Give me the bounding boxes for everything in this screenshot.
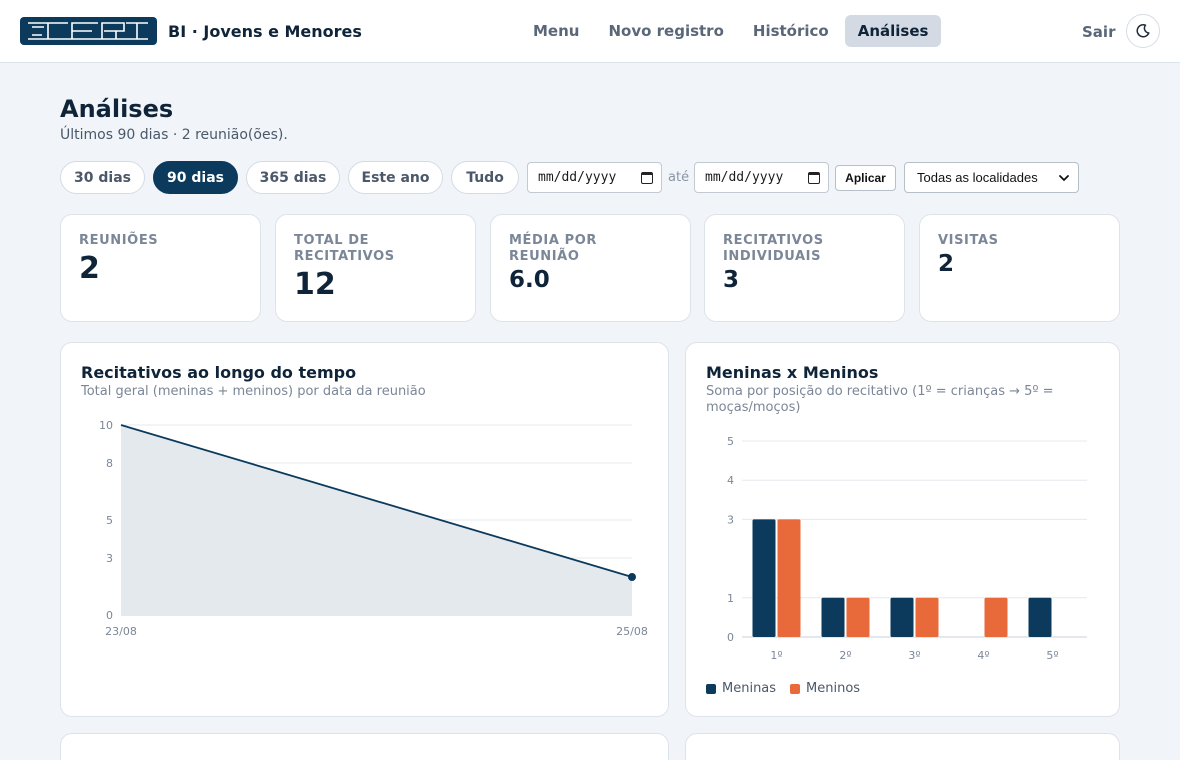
legend-swatch <box>706 683 716 694</box>
calendar-icon[interactable] <box>641 172 653 184</box>
legend-item-meninos[interactable]: Meninos <box>790 681 860 696</box>
x-tick-label: 4º <box>977 649 989 662</box>
range-this-year-button[interactable]: Este ano <box>348 161 443 194</box>
y-tick-label: 5 <box>727 435 734 448</box>
bar <box>890 597 914 637</box>
date-to-input[interactable]: mm/dd/yyyy <box>694 162 829 193</box>
bar <box>846 597 870 637</box>
x-tick-label: 2º <box>839 649 851 662</box>
chevron-down-icon <box>1059 175 1069 181</box>
bar <box>777 519 801 637</box>
x-tick-label: 5º <box>1046 649 1058 662</box>
legend-label: Meninas <box>722 681 777 696</box>
timeline-chart: 0 3 5 8 10 23/08 25/08 <box>99 419 648 638</box>
range-365-days-button[interactable]: 365 dias <box>246 161 340 194</box>
x-tick-label: 23/08 <box>105 625 137 638</box>
kpi-card-recitativos-individuais: Recitativos individuais 3 <box>704 214 905 322</box>
timeline-chart-card: Recitativos ao longo do tempo Total gera… <box>60 342 669 717</box>
nav-item-menu[interactable]: Menu <box>520 15 592 47</box>
kpi-value: 6.0 <box>509 267 550 293</box>
legend-swatch <box>790 683 801 694</box>
main-nav: Menu Novo registro Histórico Análises <box>520 15 944 47</box>
x-tick-label: 25/08 <box>616 625 648 638</box>
range-30-days-button[interactable]: 30 dias <box>60 161 145 194</box>
legend-item-meninas[interactable]: Meninas <box>706 681 776 696</box>
y-tick-label: 0 <box>727 631 734 644</box>
y-tick-label: 3 <box>106 552 113 565</box>
bar <box>1028 597 1052 637</box>
bar <box>984 597 1008 637</box>
nav-item-historico[interactable]: Histórico <box>740 15 842 47</box>
gender-chart-card: Meninas x Meninos Soma por posição do re… <box>685 342 1120 717</box>
logo-graphic <box>28 22 148 40</box>
data-point <box>628 573 636 581</box>
bar <box>821 597 845 637</box>
range-all-button[interactable]: Tudo <box>451 161 519 194</box>
calendar-icon[interactable] <box>808 172 820 184</box>
location-selected-value: Todas as localidades <box>917 170 1038 185</box>
kpi-card-total-recitativos: Total de recitativos 12 <box>275 214 476 322</box>
kpi-value: 2 <box>79 251 100 286</box>
y-tick-label: 10 <box>99 419 113 432</box>
apply-button[interactable]: Aplicar <box>835 165 896 191</box>
bar <box>915 597 939 637</box>
kpi-value: 3 <box>723 267 740 293</box>
x-tick-label: 3º <box>908 649 920 662</box>
kpi-label: Recitativos individuais <box>723 233 824 264</box>
kpi-label: Reuniões <box>79 233 159 248</box>
kpi-card-visitas: Visitas 2 <box>919 214 1120 322</box>
chart-legend: Meninas Meninos <box>706 681 860 696</box>
theme-toggle-button[interactable] <box>1126 14 1160 48</box>
date-range-separator: até <box>668 170 690 185</box>
brand-logo[interactable] <box>20 17 157 45</box>
page-subtitle: Últimos 90 dias · 2 reunião(ões). <box>60 127 288 143</box>
logout-link[interactable]: Sair <box>1082 23 1115 41</box>
kpi-value: 12 <box>294 267 336 302</box>
kpi-card-reunioes: Reuniões 2 <box>60 214 261 322</box>
kpi-label: Total de recitativos <box>294 233 395 264</box>
location-select[interactable]: Todas as localidades <box>904 162 1079 193</box>
date-to-placeholder: mm/dd/yyyy <box>705 170 784 185</box>
y-tick-label: 8 <box>106 457 113 470</box>
top-bar: BI · Jovens e Menores Menu Novo registro… <box>0 0 1180 63</box>
next-chart-card-left <box>60 733 669 760</box>
y-tick-label: 4 <box>727 474 734 487</box>
nav-item-analises[interactable]: Análises <box>844 15 942 47</box>
moon-icon <box>1136 24 1150 38</box>
kpi-label: Visitas <box>938 233 999 248</box>
y-tick-label: 5 <box>106 514 113 527</box>
nav-item-novo-registro[interactable]: Novo registro <box>595 15 736 47</box>
page-title: Análises <box>60 95 174 123</box>
bar <box>752 519 776 637</box>
range-90-days-button[interactable]: 90 dias <box>153 161 238 194</box>
date-from-placeholder: mm/dd/yyyy <box>538 170 617 185</box>
y-tick-label: 3 <box>727 513 734 526</box>
app-title: BI · Jovens e Menores <box>168 22 362 41</box>
y-tick-label: 1 <box>727 592 734 605</box>
kpi-label: Média por reunião <box>509 233 598 264</box>
legend-label: Meninos <box>806 681 861 696</box>
gender-bar-chart: 0 1 3 4 5 1º 2º 3º 4º 5º <box>727 435 1087 662</box>
x-tick-label: 1º <box>770 649 782 662</box>
kpi-card-media-reuniao: Média por reunião 6.0 <box>490 214 691 322</box>
date-from-input[interactable]: mm/dd/yyyy <box>527 162 662 193</box>
next-chart-card-right <box>685 733 1120 760</box>
kpi-value: 2 <box>938 251 955 277</box>
y-tick-label: 0 <box>106 609 113 622</box>
